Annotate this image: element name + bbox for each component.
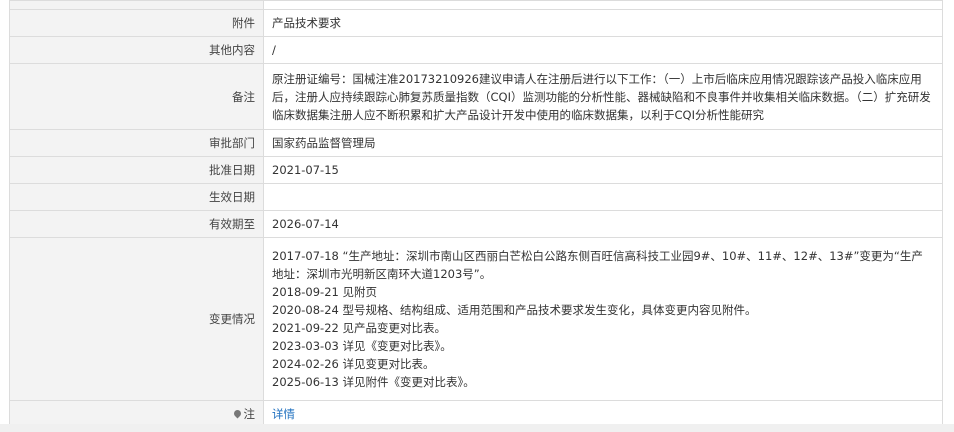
- remark-label: 备注: [9, 63, 264, 130]
- effective-date-value: [263, 183, 943, 211]
- approval-dept-value: 国家药品监督管理局: [263, 129, 943, 157]
- change-entry: 2024-02-26 详见变更对比表。: [272, 357, 435, 371]
- table-row: 有效期至 2026-07-14: [9, 210, 943, 238]
- approval-dept-label: 审批部门: [9, 129, 264, 157]
- change-entry: 2021-09-22 见产品变更对比表。: [272, 321, 446, 335]
- change-entry: 2025-06-13 详见附件《变更对比表》。: [272, 375, 475, 389]
- changes-label: 变更情况: [9, 237, 264, 401]
- table-row: 审批部门 国家药品监督管理局: [9, 129, 943, 157]
- valid-until-label: 有效期至: [9, 210, 264, 238]
- remark-value: 原注册证编号：国械注准20173210926建议申请人在注册后进行以下工作：（一…: [263, 63, 943, 130]
- table-row: 变更情况 2017-07-18 “生产地址：深圳市南山区西丽白芒松白公路东侧百旺…: [9, 237, 943, 401]
- page-footer-strip: [0, 424, 954, 432]
- table-row: 附件 产品技术要求: [9, 9, 943, 37]
- details-link[interactable]: 详情: [272, 407, 295, 421]
- value-cell: [263, 0, 943, 10]
- valid-until-value: 2026-07-14: [263, 210, 943, 238]
- detail-panel: 附件 产品技术要求 其他内容 / 备注 原注册证编号：国械注准201732109…: [9, 0, 943, 428]
- table-row: 生效日期: [9, 183, 943, 211]
- note-label: 注: [243, 407, 256, 421]
- other-content-value: /: [263, 36, 943, 64]
- approval-date-label: 批准日期: [9, 156, 264, 184]
- attachment-label: 附件: [9, 9, 264, 37]
- change-entry: 2017-07-18 “生产地址：深圳市南山区西丽白芒松白公路东侧百旺信高科技工…: [272, 249, 923, 281]
- label-cell: [9, 0, 264, 10]
- changes-value: 2017-07-18 “生产地址：深圳市南山区西丽白芒松白公路东侧百旺信高科技工…: [263, 237, 943, 401]
- map-pin-icon: [232, 408, 242, 419]
- attachment-value: 产品技术要求: [263, 9, 943, 37]
- table-row: 其他内容 /: [9, 36, 943, 64]
- table-row: [9, 0, 943, 10]
- change-entry: 2018-09-21 见附页: [272, 285, 377, 299]
- detail-table: 附件 产品技术要求 其他内容 / 备注 原注册证编号：国械注准201732109…: [9, 0, 943, 428]
- change-entry: 2023-03-03 详见《变更对比表》。: [272, 339, 452, 353]
- change-entry: 2020-08-24 型号规格、结构组成、适用范围和产品技术要求发生变化，具体变…: [272, 303, 757, 317]
- table-row: 备注 原注册证编号：国械注准20173210926建议申请人在注册后进行以下工作…: [9, 63, 943, 130]
- other-content-label: 其他内容: [9, 36, 264, 64]
- table-row: 批准日期 2021-07-15: [9, 156, 943, 184]
- approval-date-value: 2021-07-15: [263, 156, 943, 184]
- effective-date-label: 生效日期: [9, 183, 264, 211]
